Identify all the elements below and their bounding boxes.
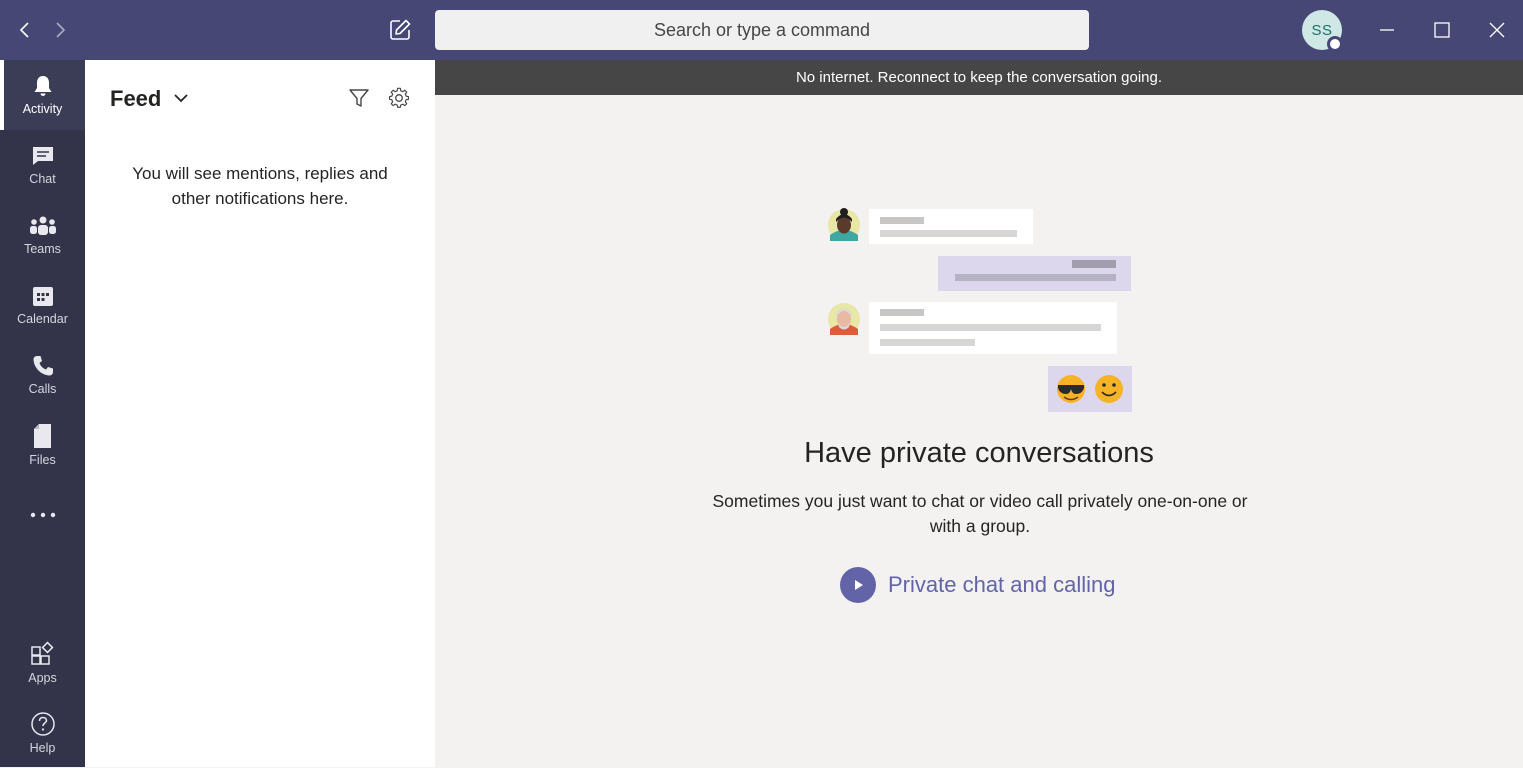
feed-settings-button[interactable] [387, 86, 411, 110]
offline-banner: No internet. Reconnect to keep the conve… [435, 60, 1523, 95]
smile-emoji-icon [1095, 375, 1123, 403]
rail-item-calendar[interactable]: Calendar [0, 270, 85, 340]
play-icon [840, 567, 876, 603]
person-avatar-icon [828, 303, 860, 335]
new-chat-button[interactable] [386, 16, 414, 44]
empty-state-description: Sometimes you just want to chat or video… [712, 491, 1248, 536]
feed-empty-message: You will see mentions, replies and other… [132, 164, 388, 208]
rail-item-label: Calendar [17, 312, 68, 326]
compose-icon [390, 19, 411, 40]
minimize-button[interactable] [1372, 15, 1402, 45]
phone-icon [33, 356, 53, 376]
rail-item-help[interactable]: Help [0, 698, 85, 768]
app-rail: Activity Chat Teams Calendar Calls Files… [0, 60, 85, 767]
filter-icon [349, 89, 369, 107]
maximize-icon [1434, 22, 1450, 38]
rail-item-label: Apps [28, 671, 57, 685]
file-icon [33, 424, 51, 448]
rail-item-apps[interactable]: Apps [0, 628, 85, 698]
maximize-button[interactable] [1427, 15, 1457, 45]
rail-item-activity[interactable]: Activity [0, 60, 85, 130]
rail-item-label: Files [29, 453, 56, 467]
forward-button[interactable] [48, 18, 72, 42]
teams-icon [29, 216, 56, 235]
minimize-icon [1380, 29, 1394, 31]
empty-state-headline: Have private conversations [804, 437, 1154, 469]
more-icon [30, 512, 55, 518]
person-avatar-icon [828, 208, 860, 241]
close-button[interactable] [1482, 15, 1512, 45]
back-button[interactable] [13, 18, 37, 42]
feed-dropdown-button[interactable] [170, 86, 192, 110]
rail-item-label: Teams [24, 242, 61, 256]
private-chat-link-label[interactable]: Private chat and calling [888, 572, 1115, 598]
rail-item-label: Activity [22, 102, 63, 116]
search-input[interactable]: Search or type a command [435, 10, 1089, 50]
chat-icon [32, 147, 53, 165]
filter-button[interactable] [347, 86, 371, 110]
gear-icon [388, 87, 410, 108]
bell-icon [34, 76, 51, 96]
conversation-illustration [828, 208, 1132, 412]
title-bar: Search or type a command SS [0, 0, 1523, 60]
chevron-left-icon [19, 22, 29, 38]
feed-panel: Feed You will see mentions, replies and … [85, 60, 435, 767]
chevron-right-icon [56, 22, 66, 38]
help-icon [30, 712, 55, 736]
rail-item-label: Calls [28, 382, 57, 396]
main-content [435, 95, 1523, 767]
presence-status-icon [1327, 36, 1343, 52]
calendar-icon [32, 287, 53, 306]
close-icon [1489, 22, 1505, 38]
sunglasses-emoji-icon [1057, 375, 1085, 403]
rail-item-teams[interactable]: Teams [0, 200, 85, 270]
rail-item-files[interactable]: Files [0, 410, 85, 480]
rail-item-more[interactable] [0, 480, 85, 550]
rail-item-label: Help [29, 741, 56, 755]
apps-icon [30, 641, 54, 665]
chevron-down-icon [174, 94, 188, 103]
feed-title[interactable]: Feed [110, 86, 161, 112]
rail-item-chat[interactable]: Chat [0, 130, 85, 200]
private-chat-video-link[interactable]: Private chat and calling [840, 566, 1115, 604]
rail-item-calls[interactable]: Calls [0, 340, 85, 410]
rail-item-label: Chat [29, 172, 56, 186]
